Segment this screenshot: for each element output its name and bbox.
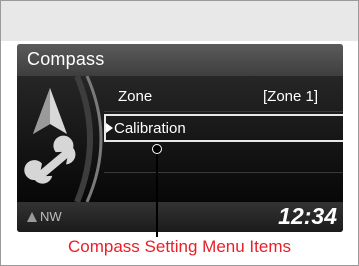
status-bar: NW 12:34: [17, 202, 343, 232]
figure-top-band: [1, 1, 358, 41]
menu-item-zone-value: [Zone 1]: [263, 88, 319, 105]
menu-item-calibration-label: Calibration: [114, 120, 186, 137]
menu-divider: [104, 172, 343, 173]
callout-dot: [152, 144, 162, 154]
navigation-display: Compass Zone [Zone 1] Calibration NW 12:…: [17, 44, 343, 232]
selection-pointer-icon: [106, 123, 113, 133]
dial-arc-shadow: [74, 76, 93, 202]
menu-item-zone-label[interactable]: Zone: [118, 88, 152, 105]
screen-title: Compass: [27, 49, 105, 69]
display-title-bar: Compass: [17, 44, 343, 76]
heading-arrow-icon: [27, 212, 37, 222]
menu-item-calibration[interactable]: Calibration: [104, 114, 343, 142]
callout-caption: Compass Setting Menu Items: [68, 237, 291, 256]
menu-divider: [104, 111, 343, 112]
clock: 12:34: [278, 203, 337, 229]
wrench-icon: [24, 135, 76, 184]
callout-line: [156, 148, 158, 237]
compass-arrow-icon: [33, 88, 67, 134]
compass-heading: NW: [40, 209, 62, 224]
